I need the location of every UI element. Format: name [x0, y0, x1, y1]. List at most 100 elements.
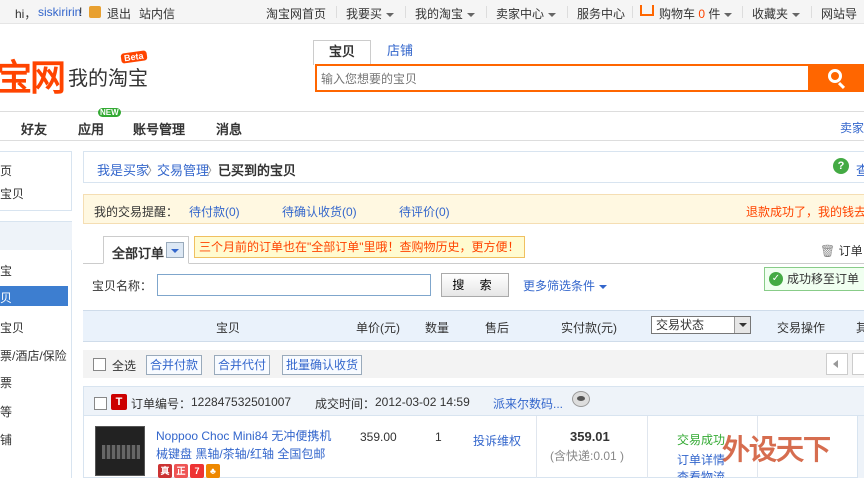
item-title-link[interactable]: Noppoo Choc Mini84 无冲便携机械键盘 黑轴/茶轴/红轴 全国包…: [156, 427, 341, 463]
refund-notice[interactable]: 退款成功了，我的钱去: [746, 203, 864, 220]
item-thumbnail[interactable]: [95, 426, 145, 476]
username-link[interactable]: siskiririn: [38, 5, 81, 19]
my-taobao-menu[interactable]: 我的淘宝: [415, 5, 476, 22]
order-time-label: 成交时间：: [315, 397, 376, 411]
chevron-down-icon[interactable]: [166, 242, 184, 258]
order-recycle-link[interactable]: 🗑 订单: [820, 242, 863, 259]
keyboard-image: [102, 445, 140, 459]
sidebar-item[interactable]: 票/酒店/保险: [0, 347, 67, 364]
my-taobao-title: 我的淘宝: [68, 68, 148, 90]
search-tab-items[interactable]: 宝贝: [313, 40, 371, 65]
nav-friends[interactable]: 好友: [21, 119, 47, 138]
sidebar-item[interactable]: 等: [0, 403, 12, 420]
greeting-exclaim: !: [79, 5, 83, 19]
cart-link[interactable]: 购物车 0 件: [659, 5, 733, 22]
merge-proxy-pay-button[interactable]: 合并代付: [214, 355, 271, 375]
order-time: 2012-03-02 14:59: [375, 395, 470, 409]
seller-center-menu[interactable]: 卖家中心: [496, 5, 557, 22]
nav-messages[interactable]: 消息: [216, 119, 242, 138]
item-name-input[interactable]: [157, 274, 431, 296]
status-filter-select[interactable]: 交易状态: [651, 316, 751, 334]
divider: [486, 6, 487, 18]
batch-confirm-button[interactable]: 批量确认收货: [282, 355, 363, 375]
merge-pay-button[interactable]: 合并付款: [146, 355, 203, 375]
search-tab-shops[interactable]: 店铺: [371, 40, 429, 65]
order-no: 122847532501007: [191, 395, 292, 409]
item-price: 359.00: [360, 430, 397, 444]
divider: [742, 6, 743, 18]
chevron-down-icon: [467, 12, 476, 17]
sidebar-item-active[interactable]: 贝: [0, 286, 68, 306]
col-aftersale: 售后: [485, 321, 510, 335]
sitemap-link[interactable]: 网站导: [821, 5, 857, 22]
sidebar-item[interactable]: 页: [0, 162, 12, 179]
logout-link[interactable]: 退出: [107, 5, 131, 22]
chevron-down-icon: [386, 12, 395, 17]
col-other: 其: [856, 321, 864, 335]
breadcrumb-trade[interactable]: 交易管理: [157, 160, 209, 179]
badge-icon: 真: [158, 464, 172, 478]
prev-page-button[interactable]: [826, 353, 848, 375]
divider: [647, 416, 648, 478]
sidebar-item-label: 贝: [0, 291, 13, 305]
badge-icon: 7: [190, 464, 204, 478]
tab-all-orders-label: 全部订单: [112, 246, 165, 261]
history-tip: 三个月前的订单也在"全部订单"里哦！查购物历史，更方便！: [194, 236, 525, 258]
favorites-label: 收藏夹: [752, 7, 789, 21]
nav-seller[interactable]: 卖家: [840, 119, 864, 136]
next-page-button[interactable]: [852, 353, 864, 375]
paid-amount: 359.01: [570, 429, 610, 444]
breadcrumb-buyer[interactable]: 我是买家: [97, 160, 149, 179]
tab-all-orders[interactable]: 全部订单: [103, 236, 189, 264]
pending-review-link[interactable]: 待评价(0): [399, 203, 450, 220]
complaint-link[interactable]: 投诉维权: [473, 432, 521, 449]
order-detail-link[interactable]: 订单详情: [677, 451, 725, 468]
select-all-checkbox[interactable]: [93, 358, 106, 371]
status-select-value: 交易状态: [656, 318, 705, 332]
nav-account[interactable]: 账号管理: [133, 119, 185, 138]
search-button[interactable]: [808, 64, 864, 92]
sidebar-item[interactable]: 票: [0, 374, 12, 391]
seller-center-label: 卖家中心: [496, 7, 545, 21]
shop-link[interactable]: 派来尔数码...: [493, 395, 563, 412]
chevron-down-icon: [599, 284, 608, 289]
order-checkbox[interactable]: [94, 397, 107, 410]
chevron-down-icon: [734, 317, 750, 333]
check-icon: ✓: [769, 272, 783, 286]
tmall-icon: T: [111, 394, 127, 410]
help-link[interactable]: 查: [856, 160, 864, 179]
taobao-home-link[interactable]: 淘宝网首页: [266, 5, 326, 22]
sidebar-top: 页 宝贝: [0, 151, 72, 211]
sidebar-item[interactable]: 宝贝: [0, 319, 24, 336]
favorites-menu[interactable]: 收藏夹: [752, 5, 801, 22]
divider: [567, 6, 568, 18]
search-input[interactable]: [321, 70, 801, 88]
pending-pay-link[interactable]: 待付款(0): [189, 203, 240, 220]
col-paid: 实付款(元): [561, 321, 617, 335]
sidebar-item[interactable]: 宝贝: [0, 185, 24, 202]
divider: [811, 6, 812, 18]
main-nav: 好友 应用 账号管理 消息 卖家: [0, 111, 864, 141]
sidebar-item[interactable]: 铺: [0, 431, 12, 448]
nav-apps[interactable]: 应用: [78, 119, 104, 138]
chat-icon[interactable]: [572, 391, 590, 407]
logistics-link[interactable]: 查看物流: [677, 468, 725, 478]
more-filter-link[interactable]: 更多筛选条件: [523, 277, 608, 294]
recycle-label: 订单: [838, 244, 863, 258]
cart-count: 0: [698, 7, 706, 21]
order-search-button[interactable]: 搜 索: [441, 273, 509, 297]
cart-label: 购物车: [659, 7, 696, 21]
pending-confirm-link[interactable]: 待确认收货(0): [282, 203, 357, 220]
service-center-link[interactable]: 服务中心: [577, 5, 625, 22]
inbox-link[interactable]: 站内信: [139, 5, 175, 22]
buy-menu[interactable]: 我要买: [346, 5, 395, 22]
page-title: 已买到的宝贝: [218, 163, 297, 178]
my-taobao-label: 我的淘宝: [415, 7, 464, 21]
col-price: 单价(元): [356, 321, 400, 335]
taobao-logo[interactable]: 宝网: [0, 49, 66, 101]
divider: [405, 6, 406, 18]
help-icon[interactable]: ?: [833, 158, 849, 174]
sidebar-item[interactable]: 宝: [0, 262, 12, 279]
order-no-label: 订单编号：: [131, 397, 192, 411]
badge-icon: 正: [174, 464, 188, 478]
